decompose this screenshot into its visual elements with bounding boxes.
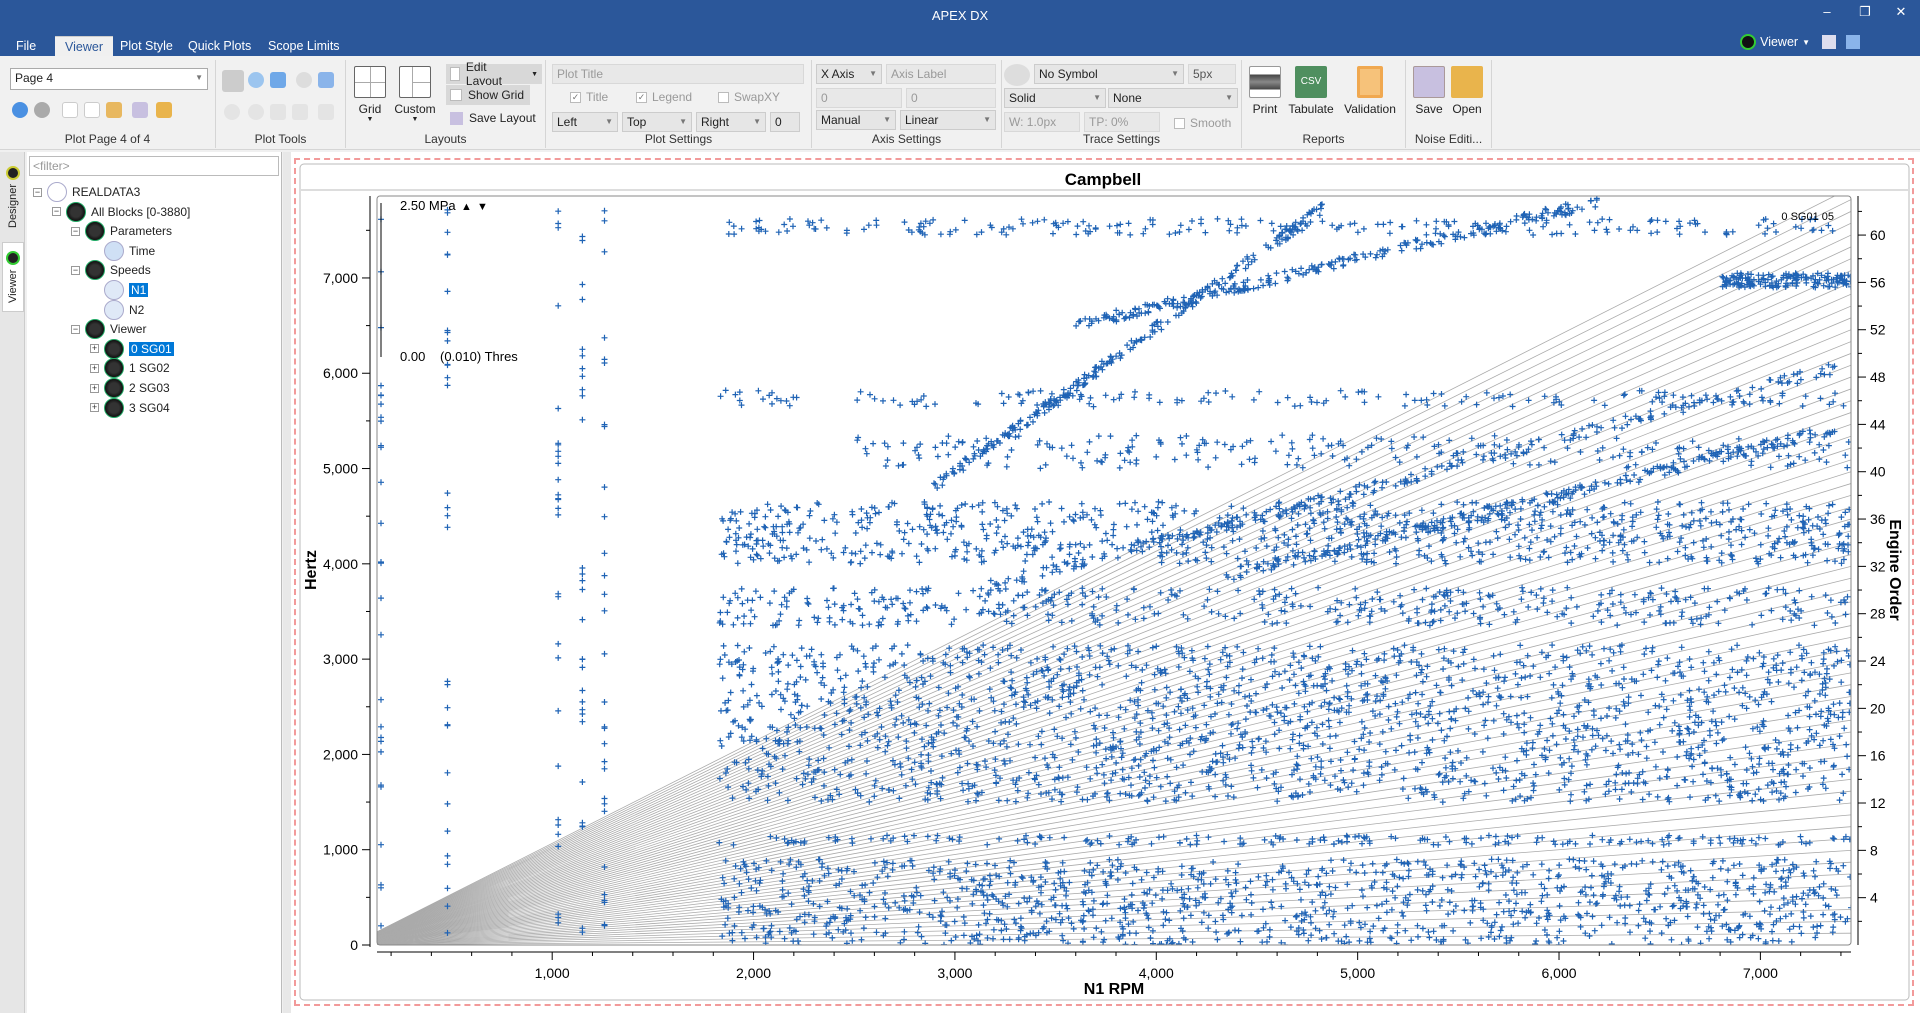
y2-tick-label: 4 — [1870, 890, 1878, 906]
y-tick-label: 2,000 — [323, 746, 358, 762]
engine-order-line — [377, 755, 1851, 943]
engine-order-line — [377, 222, 1851, 933]
y-tick-label: 3,000 — [323, 651, 358, 667]
engine-order-line — [377, 293, 1851, 935]
engine-order-line — [377, 932, 1851, 945]
engine-order-line — [377, 317, 1851, 935]
engine-order-line — [377, 696, 1851, 942]
x-axis-label: N1 RPM — [1084, 981, 1144, 998]
y2-tick-label: 16 — [1870, 748, 1886, 764]
engine-order-line — [377, 577, 1851, 940]
y2-tick-label: 36 — [1870, 511, 1886, 527]
point-column — [555, 208, 562, 926]
point-cluster — [1719, 270, 1851, 291]
engine-order-line — [377, 613, 1851, 940]
legend-entry: 0 SG01 05 — [1781, 211, 1834, 223]
y2-tick-label: 48 — [1870, 369, 1886, 385]
point-column — [444, 206, 451, 936]
scale-max: 2.50 MPa — [400, 198, 456, 213]
y2-tick-label: 32 — [1870, 558, 1886, 574]
campbell-chart[interactable]: Campbell 0 1,000 2,000 3,000 4,000 5,000 6,000… — [0, 0, 1920, 1013]
y2-axis-label: Engine Order — [1886, 519, 1903, 620]
engine-order-line — [377, 885, 1851, 945]
scale-up-icon[interactable]: ▲ — [461, 201, 472, 213]
plot-area — [376, 195, 1852, 946]
y-tick-label: 0 — [350, 937, 358, 953]
y2-tick-label: 52 — [1870, 322, 1886, 338]
engine-order-line — [377, 648, 1851, 941]
engine-order-line — [377, 246, 1851, 934]
engine-order-line — [377, 483, 1851, 938]
x-tick-label: 4,000 — [1139, 965, 1174, 981]
point-streak — [978, 361, 1838, 594]
engine-order-line — [377, 305, 1851, 935]
engine-order-lines — [377, 196, 1851, 945]
engine-order-line — [377, 400, 1851, 936]
engine-order-line — [377, 530, 1851, 939]
scale-threshold: (0.010) Thres — [440, 349, 518, 364]
engine-order-line — [377, 199, 1851, 933]
scale-legend[interactable]: 2.50 MPa ▲ ▼ 0.00 (0.010) Thres — [380, 198, 518, 364]
engine-order-line — [377, 196, 1836, 933]
engine-order-line — [377, 790, 1851, 943]
y-tick-label: 6,000 — [323, 365, 358, 381]
y2-tick-label: 28 — [1870, 606, 1886, 622]
engine-order-line — [377, 518, 1851, 938]
engine-order-line — [377, 494, 1851, 938]
x-tick-label: 5,000 — [1340, 965, 1375, 981]
x-tick-label: 2,000 — [736, 965, 771, 981]
y-axis-label: Hertz — [303, 550, 320, 590]
y-tick-label: 1,000 — [323, 842, 358, 858]
y2-tick-label: 8 — [1870, 842, 1878, 858]
engine-order-line — [377, 565, 1851, 939]
y2-tick-label: 24 — [1870, 653, 1886, 669]
y2-tick-label: 40 — [1870, 464, 1886, 480]
chart-title: Campbell — [1065, 170, 1142, 189]
y-tick-label: 7,000 — [323, 270, 358, 286]
y2-tick-label: 60 — [1870, 227, 1886, 243]
engine-order-line — [377, 636, 1851, 941]
y2-tick-label: 20 — [1870, 700, 1886, 716]
y2-tick-label: 44 — [1870, 416, 1886, 432]
x-tick-label: 7,000 — [1743, 965, 1778, 981]
engine-order-line — [377, 211, 1851, 933]
engine-order-line — [377, 364, 1851, 936]
engine-order-line — [377, 719, 1851, 942]
x-tick-label: 6,000 — [1541, 965, 1576, 981]
x-tick-label: 3,000 — [937, 965, 972, 981]
y2-tick-label: 12 — [1870, 795, 1886, 811]
engine-order-line — [377, 329, 1851, 935]
y-tick-label: 5,000 — [323, 461, 358, 477]
y2-tick-label: 56 — [1870, 274, 1886, 290]
engine-order-line — [377, 814, 1851, 944]
point-streak — [1073, 196, 1600, 329]
scale-min: 0.00 — [400, 349, 425, 364]
y-tick-label: 4,000 — [323, 556, 358, 572]
scale-down-icon[interactable]: ▼ — [477, 201, 488, 213]
x-tick-label: 1,000 — [535, 965, 570, 981]
engine-order-line — [377, 778, 1851, 943]
